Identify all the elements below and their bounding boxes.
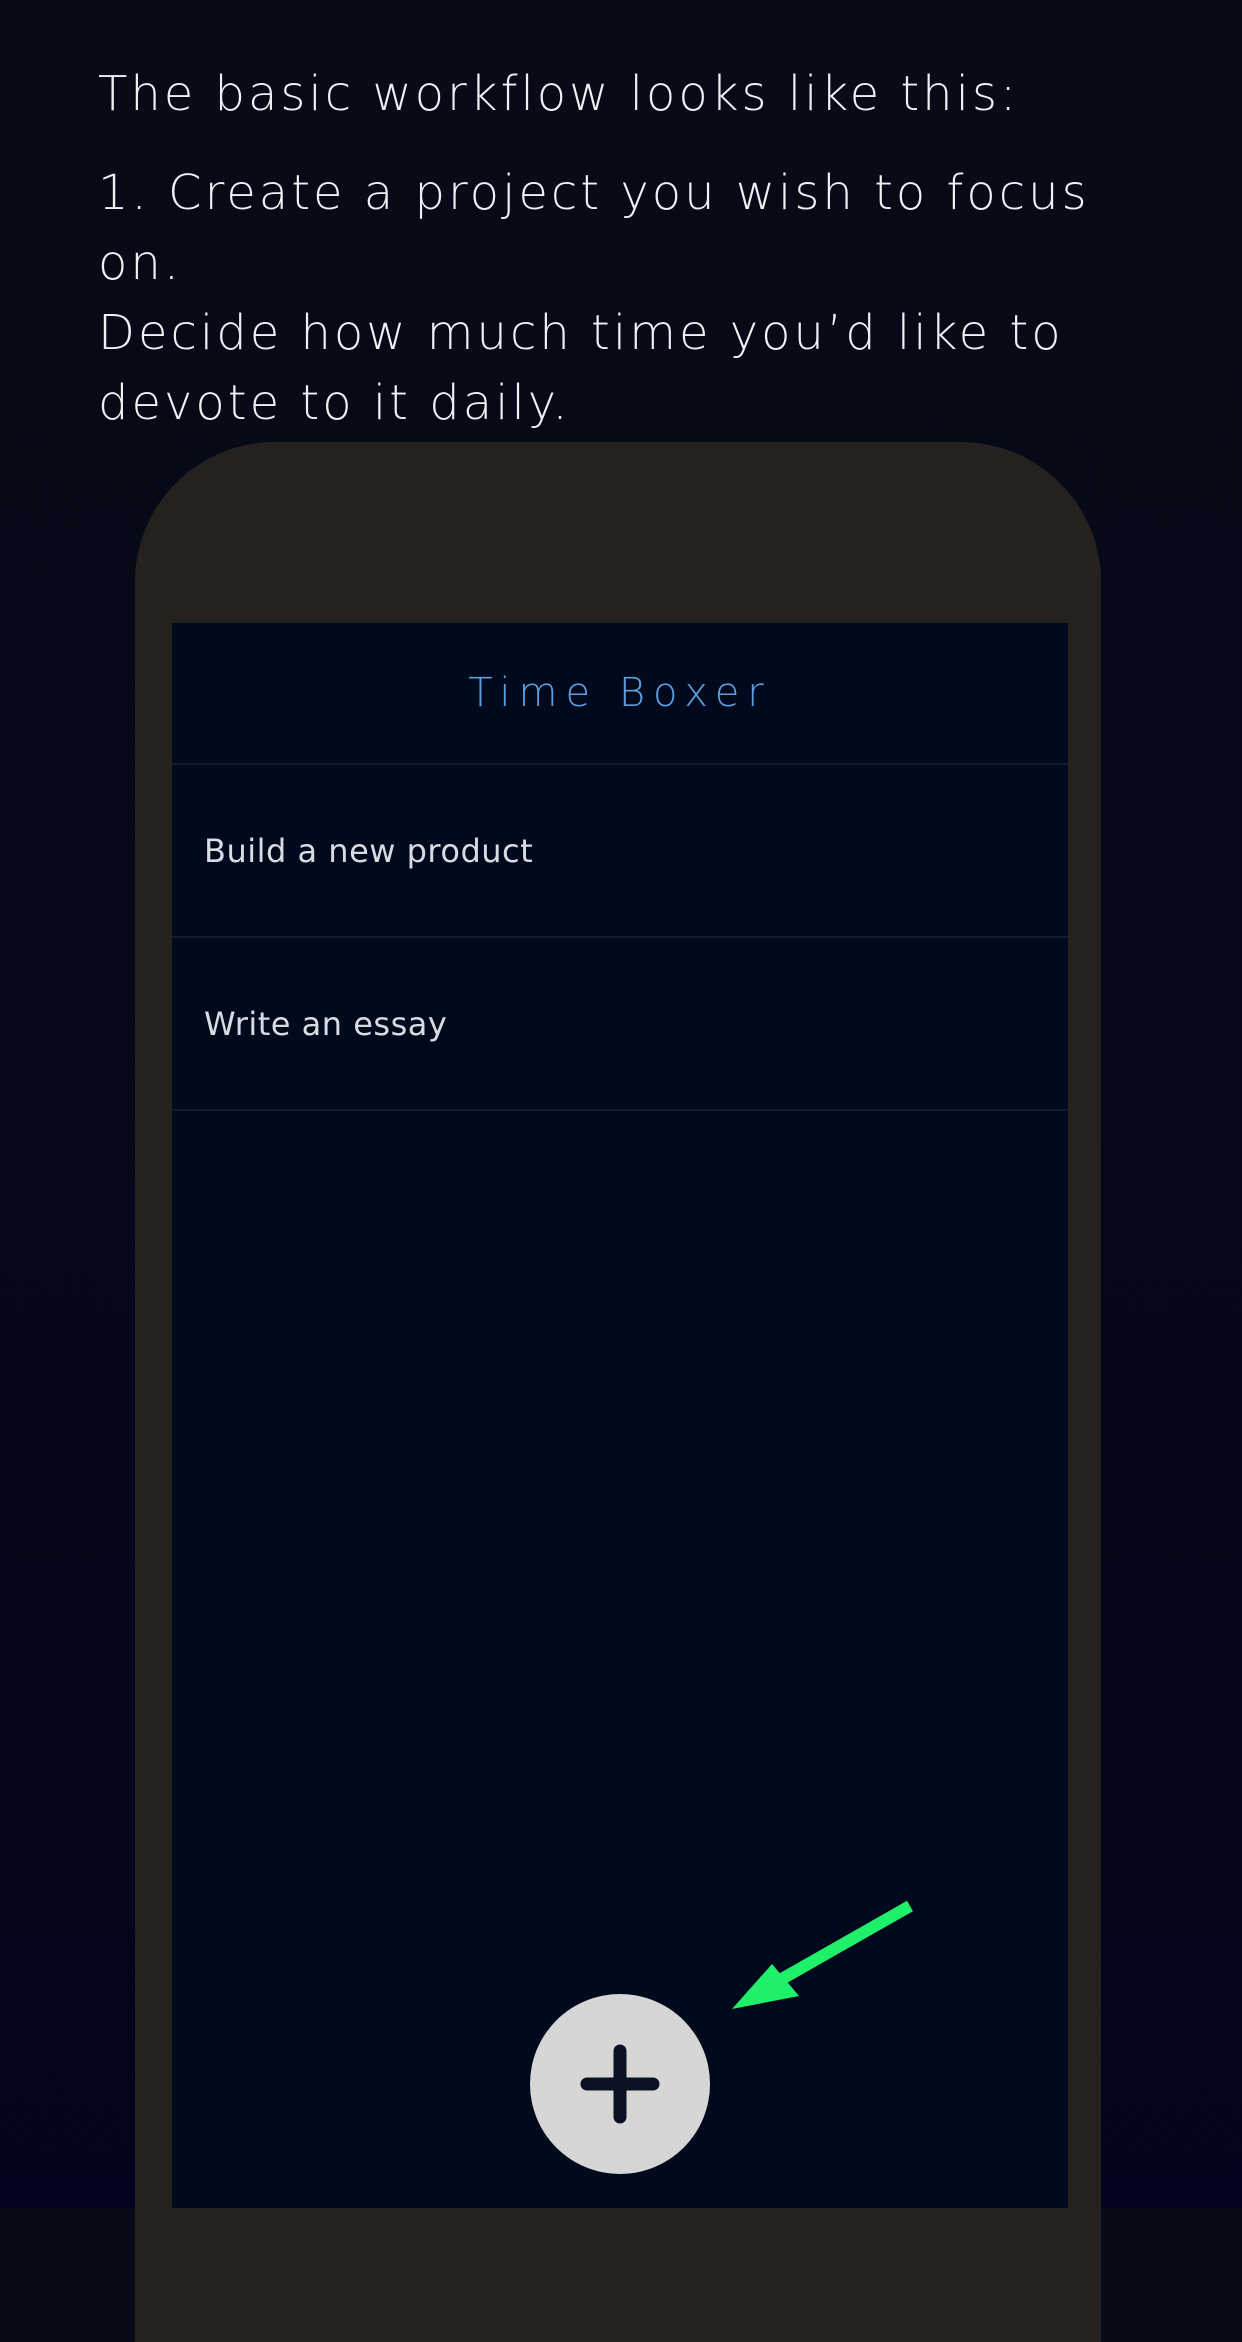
project-label: Write an essay [204, 1004, 448, 1043]
project-item-build-product[interactable]: Build a new product [172, 765, 1068, 938]
intro-step-1-line-3: devote to it daily. [98, 375, 571, 431]
plus-icon [580, 2044, 660, 2124]
intro-heading: The basic workflow looks like this: [98, 66, 1020, 122]
intro-step-1-line-2: Decide how much time you’d like to [98, 305, 1064, 361]
intro-step-1: 1. Create a project you wish to focus on… [98, 158, 1178, 438]
intro-step-1-line-1: 1. Create a project you wish to focus on… [98, 165, 1090, 291]
green-arrow-icon [732, 1900, 913, 2009]
project-label: Build a new product [204, 831, 534, 870]
add-project-button[interactable] [530, 1994, 710, 2174]
app-title: Time Boxer [468, 670, 772, 716]
project-list: Build a new product Write an essay [172, 765, 1068, 1111]
app-header: Time Boxer [172, 623, 1068, 765]
project-item-write-essay[interactable]: Write an essay [172, 938, 1068, 1111]
intro-text: The basic workflow looks like this: 1. C… [98, 60, 1178, 438]
